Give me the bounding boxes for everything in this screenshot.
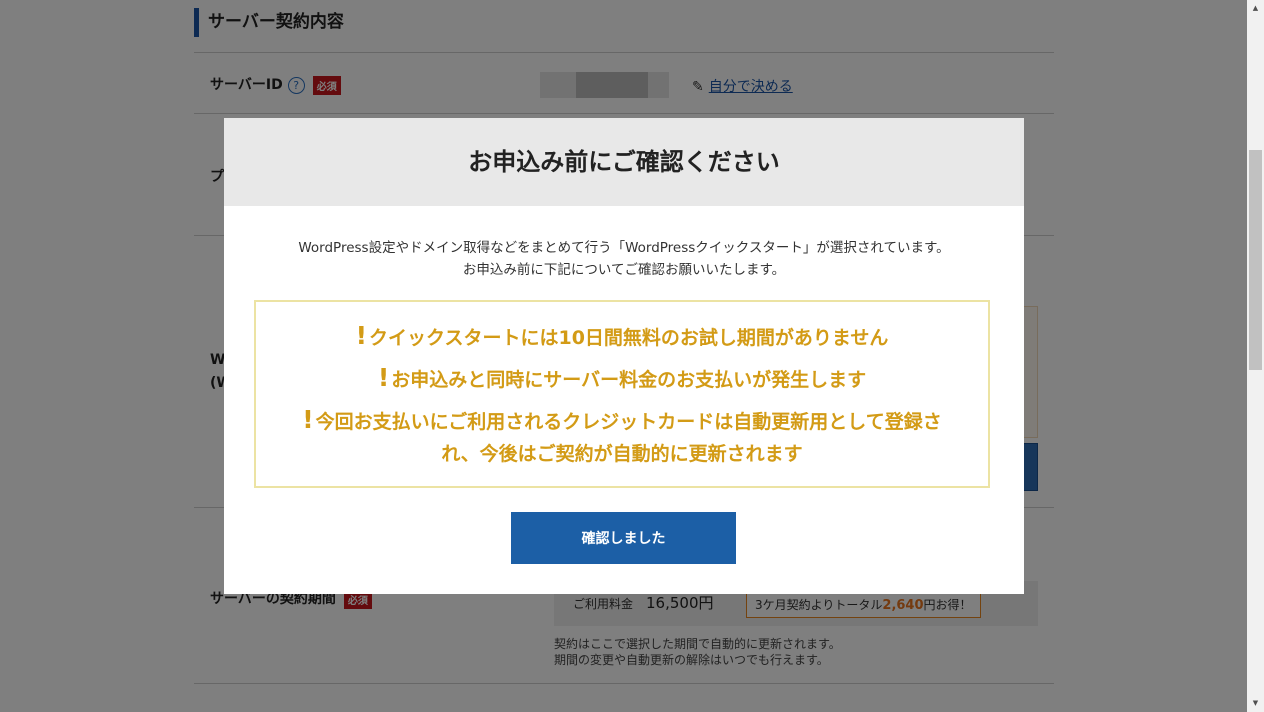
warning-item: ! クイックスタートには10日間無料のお試し期間がありません	[256, 322, 988, 354]
intro-line-1: WordPress設定やドメイン取得などをまとめて行う「WordPressクイッ…	[298, 240, 950, 256]
exclamation-icon: !	[377, 363, 390, 392]
warning-text: クイックスタートには10日間無料のお試し期間がありません	[369, 327, 889, 349]
confirm-button[interactable]: 確認しました	[511, 512, 736, 564]
warning-text: お申込みと同時にサーバー料金のお支払いが発生します	[391, 369, 867, 391]
intro-line-2: お申込み前に下記についてご確認お願いいたします。	[462, 262, 786, 278]
scroll-down-arrow-icon[interactable]: ▼	[1247, 695, 1264, 712]
modal-intro: WordPress設定やドメイン取得などをまとめて行う「WordPressクイッ…	[224, 237, 1024, 281]
warning-item: ! 今回お支払いにご利用されるクレジットカードは自動更新用として登録さ れ、今後は…	[256, 406, 988, 470]
warning-text-continued: れ、今後はご契約が自動的に更新されます	[441, 443, 803, 465]
warning-item: ! お申込みと同時にサーバー料金のお支払いが発生します	[256, 364, 988, 396]
warning-text: 今回お支払いにご利用されるクレジットカードは自動更新用として登録さ	[315, 411, 942, 433]
scroll-thumb[interactable]	[1249, 150, 1262, 370]
exclamation-icon: !	[302, 405, 314, 434]
scroll-up-arrow-icon[interactable]: ▲	[1247, 0, 1264, 17]
exclamation-icon: !	[355, 321, 368, 350]
confirmation-modal: お申込み前にご確認ください WordPress設定やドメイン取得などをまとめて行…	[224, 118, 1024, 594]
warning-box: ! クイックスタートには10日間無料のお試し期間がありません ! お申込みと同時にサ…	[254, 300, 990, 488]
modal-title: お申込み前にご確認ください	[224, 118, 1024, 206]
scrollbar[interactable]: ▲ ▼	[1247, 0, 1264, 712]
